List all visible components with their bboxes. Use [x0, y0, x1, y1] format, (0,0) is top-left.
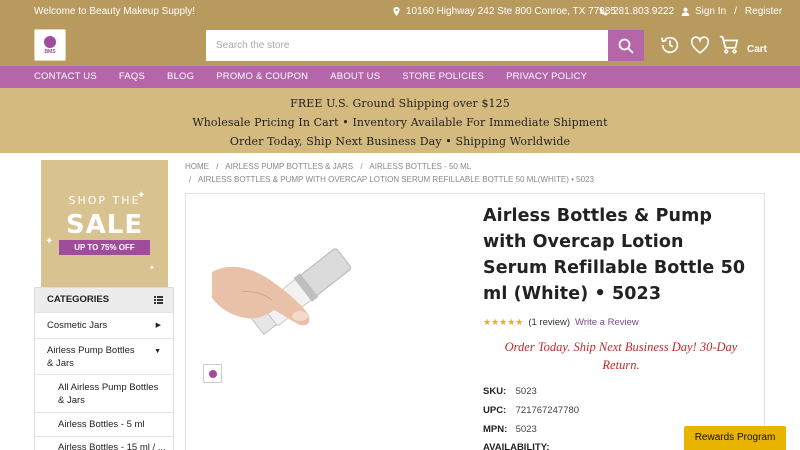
mpn-value: 5023	[515, 424, 537, 435]
breadcrumb-current: AIRLESS BOTTLES & PUMP WITH OVERCAP LOTI…	[198, 175, 594, 184]
nav-faqs[interactable]: FAQS	[119, 66, 145, 88]
cart-label[interactable]: Cart	[747, 44, 767, 55]
category-all-airless[interactable]: All Airless Pump Bottles & Jars	[35, 374, 173, 412]
upc-row: UPC: 721767247780	[483, 405, 579, 416]
breadcrumb: HOME / AIRLESS PUMP BOTTLES & JARS / AIR…	[185, 160, 785, 186]
user-icon	[681, 7, 690, 16]
history-icon	[660, 36, 679, 54]
nav-promo-coupon[interactable]: PROMO & COUPON	[216, 66, 308, 88]
logo-mark	[44, 35, 56, 48]
cart-button[interactable]	[718, 34, 740, 61]
account-links: Sign In / Register	[681, 6, 782, 17]
availability-label: AVAILABILITY:	[483, 442, 550, 450]
wishlist-button[interactable]	[689, 34, 711, 61]
category-airless-5ml[interactable]: Airless Bottles - 5 ml	[35, 412, 173, 436]
promo-shop-the: SHOP THE	[68, 194, 141, 207]
product-title: Airless Bottles & Pump with Overcap Loti…	[483, 206, 746, 304]
search-input[interactable]	[206, 30, 608, 61]
banner-line-order-today: Order Today, Ship Next Business Day • Sh…	[229, 135, 571, 148]
product-image[interactable]	[212, 232, 362, 357]
sale-promo-banner[interactable]: ✦ ✦ ✦ SHOP THE SALE UP TO 75% OFF	[41, 160, 168, 287]
mpn-row: MPN: 5023	[483, 424, 537, 435]
nav-store-policies[interactable]: STORE POLICIES	[402, 66, 484, 88]
banner-line-shipping: FREE U.S. Ground Shipping over $125	[290, 97, 510, 110]
address-text: 10160 Highway 242 Ste 800 Conroe, TX 773…	[406, 6, 616, 17]
breadcrumb-separator: /	[216, 162, 219, 171]
category-label: Airless Bottles - 15 ml / ...	[58, 442, 166, 450]
categories-panel: CATEGORIES Cosmetic Jars ▶ Airless Pump …	[34, 287, 174, 450]
list-icon	[154, 296, 163, 304]
nav-about-us[interactable]: ABOUT US	[330, 66, 380, 88]
category-label: Cosmetic Jars	[47, 320, 108, 331]
site-logo[interactable]: BMS	[34, 29, 66, 61]
sparkle-icon: ✦	[149, 265, 155, 272]
product-rating: ★★★★★ (1 review) Write a Review	[483, 317, 639, 328]
review-count[interactable]: (1 review)	[528, 317, 570, 328]
nav-blog[interactable]: BLOG	[167, 66, 194, 88]
account-separator: /	[734, 6, 737, 17]
breadcrumb-airless-50ml[interactable]: AIRLESS BOTTLES - 50 ML	[369, 162, 471, 171]
nav-contact-us[interactable]: CONTACT US	[34, 66, 97, 88]
category-airless-15ml[interactable]: Airless Bottles - 15 ml / ...	[35, 436, 173, 450]
shipping-banner: FREE U.S. Ground Shipping over $125 Whol…	[0, 88, 800, 153]
breadcrumb-separator: /	[360, 162, 363, 171]
sku-label: SKU:	[483, 386, 507, 397]
logo-text: BMS	[44, 48, 56, 55]
rewards-program-button[interactable]: Rewards Program	[684, 426, 786, 450]
categories-title: CATEGORIES	[47, 294, 110, 305]
register-link[interactable]: Register	[745, 6, 782, 17]
order-note: Order Today. Ship Next Business Day! 30-…	[504, 340, 738, 372]
recently-viewed-button[interactable]	[659, 34, 681, 61]
category-airless-pump[interactable]: Airless Pump Bottles & Jars ▼	[35, 338, 173, 374]
store-address[interactable]: 10160 Highway 242 Ste 800 Conroe, TX 773…	[392, 6, 616, 17]
site-header: BMS Cart	[0, 24, 800, 66]
phone-text: 281.803.9222	[613, 6, 675, 17]
map-pin-icon	[393, 7, 400, 16]
sign-in-link[interactable]: Sign In	[695, 6, 726, 17]
availability-row: AVAILABILITY:	[483, 442, 550, 450]
promo-sale: SALE	[65, 210, 144, 240]
write-review-link[interactable]: Write a Review	[575, 317, 639, 328]
main-nav: CONTACT US FAQS BLOG PROMO & COUPON ABOU…	[0, 66, 800, 88]
upc-value: 721767247780	[515, 405, 580, 416]
nav-privacy-policy[interactable]: PRIVACY POLICY	[506, 66, 587, 88]
search-bar	[206, 30, 644, 61]
search-button[interactable]	[608, 30, 644, 61]
category-label: All Airless Pump Bottles & Jars	[58, 382, 159, 406]
breadcrumb-airless-pump[interactable]: AIRLESS PUMP BOTTLES & JARS	[225, 162, 353, 171]
category-label: Airless Bottles - 5 ml	[58, 419, 145, 430]
product-thumbnail[interactable]	[203, 364, 222, 383]
breadcrumb-separator: /	[189, 175, 192, 184]
heart-icon	[690, 36, 710, 54]
chevron-down-icon[interactable]: ▼	[154, 345, 161, 358]
thumbnail-logo	[208, 369, 217, 378]
promo-discount: UP TO 75% OFF	[59, 240, 150, 255]
category-label: Airless Pump Bottles & Jars	[47, 345, 135, 369]
sku-value: 5023	[515, 386, 537, 397]
upc-label: UPC:	[483, 405, 507, 416]
breadcrumb-home[interactable]: HOME	[185, 162, 209, 171]
mpn-label: MPN:	[483, 424, 508, 435]
store-phone[interactable]: 281.803.9222	[599, 6, 674, 17]
star-rating-icon: ★★★★★	[483, 317, 524, 327]
phone-icon	[599, 7, 608, 16]
banner-line-wholesale: Wholesale Pricing In Cart • Inventory Av…	[192, 116, 608, 129]
category-cosmetic-jars[interactable]: Cosmetic Jars ▶	[35, 312, 173, 338]
search-icon	[618, 38, 634, 54]
categories-header[interactable]: CATEGORIES	[35, 288, 173, 312]
cart-icon	[719, 35, 739, 54]
top-bar: Welcome to Beauty Makeup Supply! 10160 H…	[0, 0, 800, 24]
chevron-right-icon[interactable]: ▶	[156, 313, 161, 339]
welcome-text: Welcome to Beauty Makeup Supply!	[34, 6, 196, 17]
sku-row: SKU: 5023	[483, 386, 537, 397]
